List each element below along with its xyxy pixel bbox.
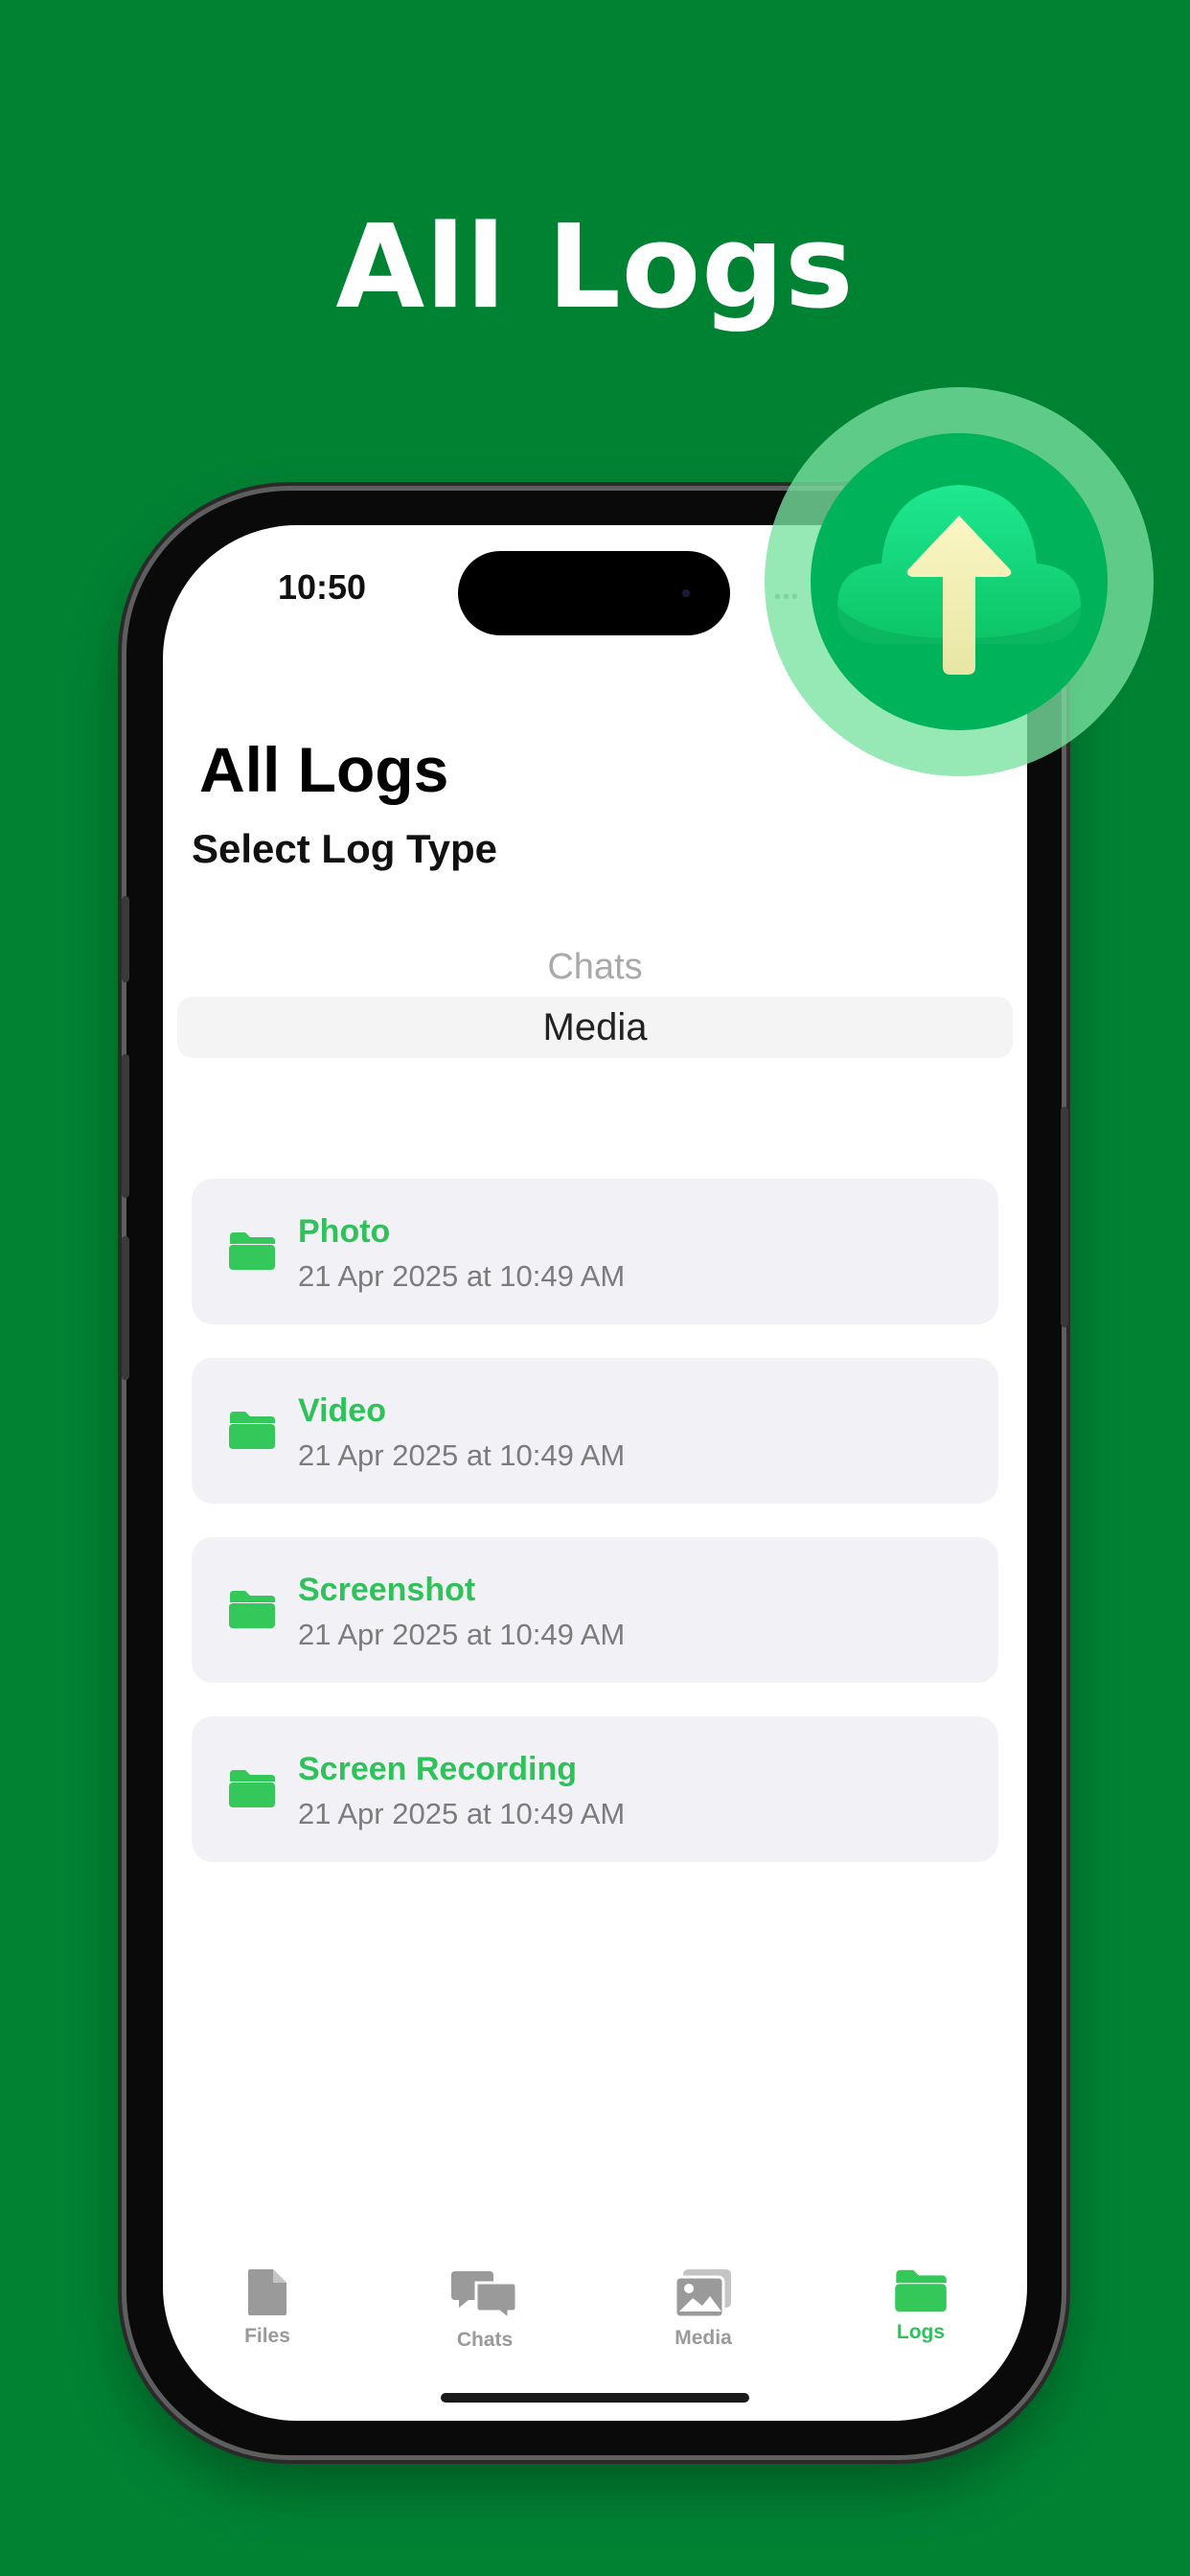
volume-up-button	[122, 1054, 129, 1198]
photos-icon	[674, 2269, 731, 2319]
folder-icon	[229, 1591, 275, 1628]
tab-label: Chats	[456, 2329, 514, 2351]
log-date: 21 Apr 2025 at 10:49 AM	[298, 1797, 626, 1830]
log-item-video[interactable]: Video 21 Apr 2025 at 10:49 AM	[192, 1358, 998, 1504]
picker-selected-label: Media	[542, 1005, 648, 1048]
log-name: Video	[298, 1392, 386, 1429]
tab-files[interactable]: Files	[210, 2252, 325, 2348]
power-button	[1061, 1107, 1068, 1327]
folder-icon	[229, 1232, 275, 1270]
folder-icon	[229, 1770, 275, 1807]
log-item-photo[interactable]: Photo 21 Apr 2025 at 10:49 AM	[192, 1179, 998, 1324]
tab-label: Files	[244, 2325, 290, 2347]
section-title: Select Log Type	[192, 826, 497, 871]
picker-selected-option[interactable]: Media	[177, 997, 1013, 1058]
camera-dot	[682, 589, 690, 597]
chat-bubbles-icon	[451, 2271, 518, 2321]
log-date: 21 Apr 2025 at 10:49 AM	[298, 1438, 626, 1472]
log-name: Photo	[298, 1213, 391, 1250]
tab-label: Media	[675, 2327, 732, 2349]
log-item-screen-recording[interactable]: Screen Recording 21 Apr 2025 at 10:49 AM	[192, 1716, 998, 1862]
tab-media[interactable]: Media	[646, 2252, 761, 2350]
tab-label: Logs	[896, 2321, 946, 2343]
tab-logs[interactable]: Logs	[863, 2252, 978, 2344]
picker-option-chats[interactable]: Chats	[177, 947, 1013, 988]
log-date: 21 Apr 2025 at 10:49 AM	[298, 1618, 626, 1651]
status-time: 10:50	[278, 567, 367, 607]
volume-down-button	[122, 1236, 129, 1380]
log-list: Photo 21 Apr 2025 at 10:49 AM Video 21 A…	[192, 1179, 998, 1896]
log-item-screenshot[interactable]: Screenshot 21 Apr 2025 at 10:49 AM	[192, 1537, 998, 1683]
folder-icon	[895, 2269, 947, 2312]
cloud-upload-icon	[837, 485, 1081, 675]
log-date: 21 Apr 2025 at 10:49 AM	[298, 1259, 626, 1293]
promo-headline: All Logs	[335, 201, 855, 334]
tab-chats[interactable]: Chats	[427, 2252, 542, 2352]
page-title: All Logs	[199, 734, 449, 805]
home-indicator[interactable]	[441, 2393, 749, 2403]
log-name: Screen Recording	[298, 1751, 577, 1787]
folder-icon	[229, 1412, 275, 1449]
file-icon	[248, 2269, 286, 2315]
log-name: Screenshot	[298, 1572, 476, 1608]
tab-bar: Files Chats Media Logs	[163, 2252, 1027, 2358]
action-button	[122, 896, 129, 982]
